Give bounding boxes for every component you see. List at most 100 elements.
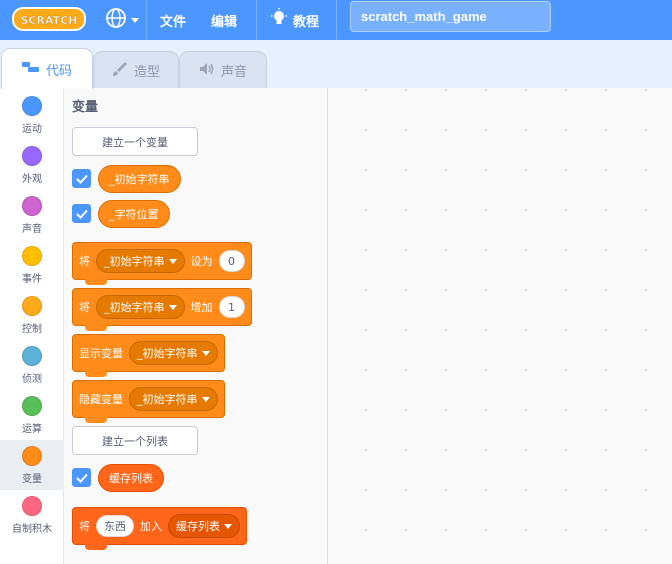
- dropdown-value: _初始字符串: [137, 347, 198, 360]
- dropdown-value: _初始字符串: [137, 393, 198, 406]
- category-label: 运动: [22, 124, 42, 135]
- brush-icon: [112, 61, 128, 81]
- variable-reporter[interactable]: _初始字符串: [98, 165, 181, 193]
- value-input[interactable]: 1: [218, 296, 245, 318]
- menu-divider: [146, 0, 147, 40]
- check-icon: [75, 174, 88, 184]
- block-notch: [85, 544, 107, 550]
- dropdown-value: 缓存列表: [176, 520, 220, 533]
- variable-checkbox[interactable]: [72, 169, 91, 188]
- variables-dot-icon: [22, 446, 42, 466]
- events-dot-icon: [22, 246, 42, 266]
- tab-sounds[interactable]: 声音: [179, 51, 267, 89]
- category-variables[interactable]: 变量: [0, 440, 64, 490]
- variable-dropdown[interactable]: _初始字符串: [96, 249, 185, 273]
- block-text: 将: [79, 520, 90, 533]
- code-workspace[interactable]: [328, 88, 672, 564]
- block-text: 将: [79, 301, 90, 314]
- block-notch: [85, 371, 107, 377]
- project-title-input[interactable]: scratch_math_game: [350, 1, 551, 32]
- chevron-down-icon: [201, 350, 210, 356]
- block-text: 加入: [140, 520, 162, 533]
- block-text: 设为: [190, 255, 213, 268]
- category-sensing[interactable]: 侦测: [0, 340, 64, 390]
- looks-dot-icon: [22, 146, 42, 166]
- code-icon: [21, 61, 40, 77]
- check-icon: [75, 209, 88, 219]
- tutorials-menu[interactable]: 教程: [270, 0, 319, 40]
- category-motion[interactable]: 运动: [0, 90, 64, 140]
- edit-menu[interactable]: 编辑: [211, 0, 237, 40]
- sensing-dot-icon: [22, 346, 42, 366]
- category-label: 自制积木: [12, 524, 52, 535]
- menu-bar: SCRATCH 文件 编辑 教程 scratch_math_game: [0, 0, 672, 40]
- section-title: 变量: [72, 100, 99, 115]
- variable-dropdown[interactable]: _初始字符串: [129, 341, 218, 365]
- variable-checkbox[interactable]: [72, 204, 91, 223]
- tab-code[interactable]: 代码: [1, 48, 93, 89]
- variable-dropdown[interactable]: _初始字符串: [129, 387, 218, 411]
- chevron-down-icon: [168, 304, 177, 310]
- list-checkbox[interactable]: [72, 468, 91, 487]
- category-label: 声音: [22, 224, 42, 235]
- tab-costumes[interactable]: 造型: [93, 51, 179, 89]
- lightbulb-icon: [270, 8, 288, 32]
- control-dot-icon: [22, 296, 42, 316]
- category-label: 变量: [22, 474, 42, 485]
- variable-reporter[interactable]: _字符位置: [98, 200, 170, 228]
- variable-dropdown[interactable]: _初始字符串: [96, 295, 185, 319]
- hide-variable-block[interactable]: 隐藏变量 _初始字符串: [72, 380, 225, 423]
- chevron-down-icon: [201, 396, 210, 402]
- block-text: 将: [79, 255, 90, 268]
- language-menu[interactable]: [105, 0, 139, 40]
- tab-label: 代码: [45, 63, 72, 79]
- set-variable-block[interactable]: 将 _初始字符串 设为 0: [72, 242, 252, 285]
- value-input[interactable]: 0: [218, 250, 245, 272]
- category-my-blocks[interactable]: 自制积木: [0, 490, 64, 540]
- category-label: 事件: [22, 274, 42, 285]
- blocks-flyout: 变量 建立一个变量 _初始字符串 _字符位置 将 _初始字符串 设为 0 将 _…: [64, 88, 328, 564]
- menu-divider: [336, 0, 337, 40]
- add-to-list-block[interactable]: 将 东西 加入 缓存列表: [72, 507, 247, 550]
- menu-divider: [256, 0, 257, 40]
- tutorials-label: 教程: [293, 14, 320, 30]
- speaker-icon: [199, 62, 215, 80]
- list-dropdown[interactable]: 缓存列表: [168, 514, 240, 538]
- file-menu[interactable]: 文件: [160, 0, 186, 40]
- category-label: 外观: [22, 174, 42, 185]
- block-text: 显示变量: [79, 347, 123, 360]
- chevron-down-icon: [168, 258, 177, 264]
- svg-text:SCRATCH: SCRATCH: [21, 14, 78, 27]
- list-reporter[interactable]: 缓存列表: [98, 464, 164, 492]
- block-text: 增加: [190, 301, 213, 314]
- block-notch: [85, 417, 107, 423]
- tab-label: 声音: [220, 65, 247, 80]
- make-list-button[interactable]: 建立一个列表: [72, 426, 198, 455]
- dropdown-value: _初始字符串: [104, 301, 165, 314]
- motion-dot-icon: [22, 96, 42, 116]
- block-notch: [85, 325, 107, 331]
- dropdown-value: _初始字符串: [104, 255, 165, 268]
- sound-dot-icon: [22, 196, 42, 216]
- value-input[interactable]: 东西: [96, 515, 134, 537]
- category-operators[interactable]: 运算: [0, 390, 64, 440]
- operators-dot-icon: [22, 396, 42, 416]
- make-variable-button[interactable]: 建立一个变量: [72, 127, 198, 156]
- change-variable-block[interactable]: 将 _初始字符串 增加 1: [72, 288, 252, 331]
- chevron-down-icon: [131, 17, 139, 23]
- show-variable-block[interactable]: 显示变量 _初始字符串: [72, 334, 225, 377]
- category-control[interactable]: 控制: [0, 290, 64, 340]
- block-notch: [85, 279, 107, 285]
- category-menu: 运动 外观 声音 事件 控制 侦测 运算 变量 自制积木: [0, 88, 64, 564]
- category-events[interactable]: 事件: [0, 240, 64, 290]
- category-sound[interactable]: 声音: [0, 190, 64, 240]
- category-label: 侦测: [22, 374, 42, 385]
- editor-tabs: 代码 造型 声音: [0, 40, 672, 89]
- my-blocks-dot-icon: [22, 496, 42, 516]
- block-text: 隐藏变量: [79, 393, 123, 406]
- scratch-logo[interactable]: SCRATCH: [12, 5, 86, 33]
- globe-icon: [105, 7, 127, 33]
- chevron-down-icon: [224, 523, 232, 529]
- category-looks[interactable]: 外观: [0, 140, 64, 190]
- tab-label: 造型: [133, 65, 160, 80]
